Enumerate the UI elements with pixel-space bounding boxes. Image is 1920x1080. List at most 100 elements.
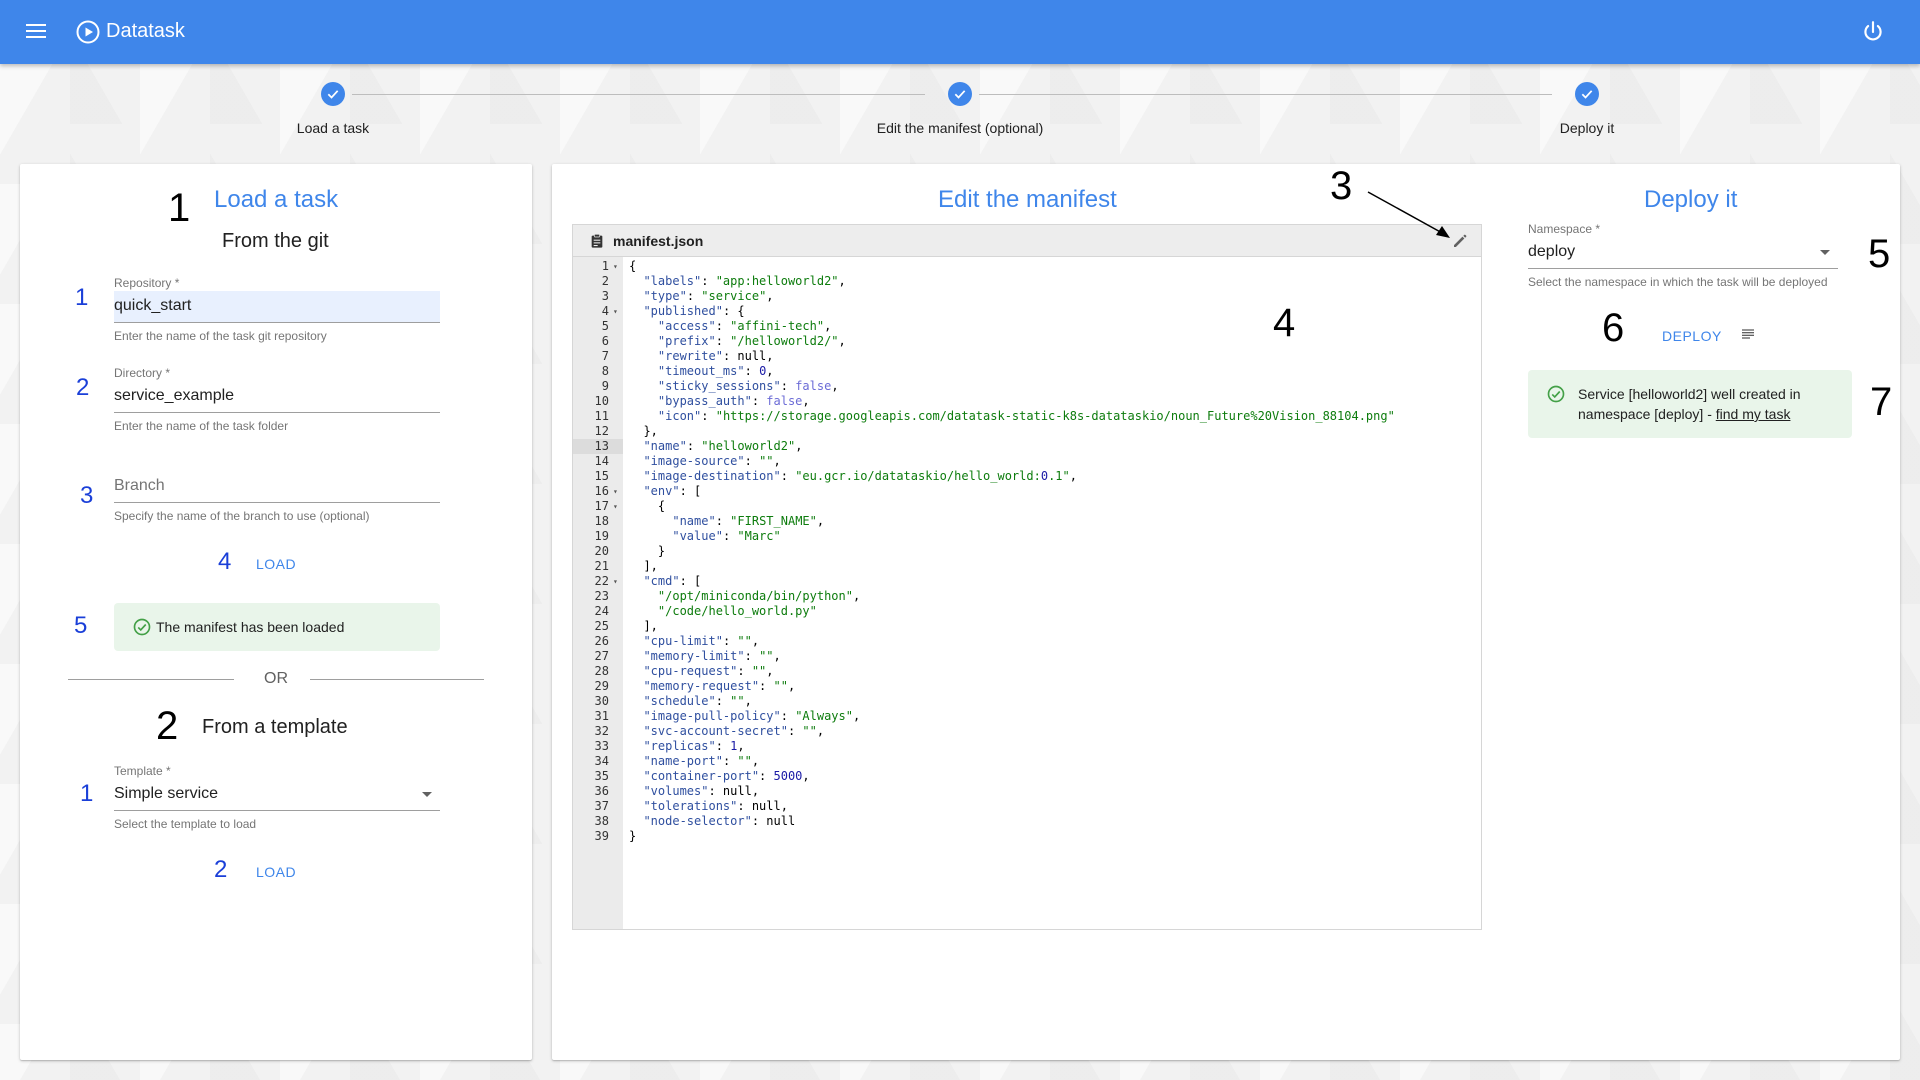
fold-arrow-icon[interactable]: ▾ [613,484,618,499]
code-text: "published": { [643,304,745,318]
namespace-select[interactable]: deploy [1528,237,1838,269]
repository-input[interactable]: quick_start [114,291,440,323]
code-line[interactable]: 22 ▾ "cmd": [ [573,574,1481,589]
code-line[interactable]: 1 ▾{ [573,259,1481,274]
code-line[interactable]: 19 "value": "Marc" [573,529,1481,544]
code-line[interactable]: 4 ▾ "published": { [573,304,1481,319]
menu-icon[interactable] [22,20,50,44]
line-number: 29 [594,679,609,693]
code-text: "image-destination": "eu.gcr.io/datatask… [643,469,1077,483]
fold-arrow-icon[interactable]: ▾ [613,259,618,274]
code-line[interactable]: 23 "/opt/miniconda/bin/python", [573,589,1481,604]
repository-hint: Enter the name of the task git repositor… [114,329,327,343]
line-number: 11 [594,409,609,423]
code-line[interactable]: 17 ▾ { [573,499,1481,514]
line-number: 19 [594,529,609,543]
code-area[interactable]: 1 ▾{2 "labels": "app:helloworld2", 3 "type… [573,259,1481,844]
directory-label: Directory * [114,366,171,380]
section-number-git: 1 [168,186,191,230]
directory-input[interactable]: service_example [114,381,440,413]
code-text: ], [629,619,658,633]
line-number: 24 [594,604,609,618]
code-line[interactable]: 27 "memory-limit": "", [573,649,1481,664]
code-line[interactable]: 10 "bypass_auth": false, [573,394,1481,409]
code-text: "labels": "app:helloworld2", [643,274,846,288]
namespace-field: Namespace * deploy Select the namespace … [1528,222,1838,289]
fold-arrow-icon[interactable]: ▾ [613,499,618,514]
manifest-loaded-text: The manifest has been loaded [156,619,345,635]
line-number: 39 [594,829,609,843]
code-text: { [629,259,637,273]
line-number: 25 [594,619,609,633]
code-line[interactable]: 38 "node-selector": null [573,814,1481,829]
play-logo-icon [76,20,100,44]
code-line[interactable]: 15 "image-destination": "eu.gcr.io/datat… [573,469,1481,484]
deploy-button[interactable]: DEPLOY [1654,322,1730,350]
code-line[interactable]: 30 "schedule": "", [573,694,1481,709]
step-load-task[interactable]: Load a task [203,82,463,136]
logs-icon[interactable] [1740,326,1756,342]
line-number: 20 [594,544,609,558]
code-line[interactable]: 39} [573,829,1481,844]
code-line[interactable]: 2 "labels": "app:helloworld2", [573,274,1481,289]
code-line[interactable]: 29 "memory-request": "", [573,679,1481,694]
code-line[interactable]: 26 "cpu-limit": "", [573,634,1481,649]
pencil-icon[interactable] [1451,232,1469,250]
line-number: 36 [594,784,609,798]
code-line[interactable]: 8 "timeout_ms": 0, [573,364,1481,379]
code-line[interactable]: 18 "name": "FIRST_NAME", [573,514,1481,529]
fold-arrow-icon[interactable]: ▾ [613,574,618,589]
dropdown-arrow-icon [422,792,432,797]
check-circle-icon [1547,385,1565,403]
load-git-marker: 4 [218,548,232,575]
code-line[interactable]: 16 ▾ "env": [ [573,484,1481,499]
code-text: "timeout_ms": 0, [657,364,774,378]
code-line[interactable]: 6 "prefix": "/helloworld2/", [573,334,1481,349]
code-line[interactable]: 34 "name-port": "", [573,754,1481,769]
template-select[interactable]: Simple service [114,779,440,811]
power-icon[interactable] [1860,19,1886,45]
template-field: Template * Simple service Select the tem… [114,764,440,831]
code-line[interactable]: 33 "replicas": 1, [573,739,1481,754]
line-number: 12 [594,424,609,438]
code-line[interactable]: 32 "svc-account-secret": "", [573,724,1481,739]
directory-hint: Enter the name of the task folder [114,419,289,433]
result-marker: 7 [1870,380,1893,424]
edit-marker: 3 [1330,164,1353,208]
code-line[interactable]: 24 "/code/hello_world.py" [573,604,1481,619]
code-line[interactable]: 3 "type": "service", [573,289,1481,304]
step-edit-manifest[interactable]: Edit the manifest (optional) [830,82,1090,136]
code-line[interactable]: 36 "volumes": null, [573,784,1481,799]
code-line[interactable]: 31 "image-pull-policy": "Always", [573,709,1481,724]
code-line[interactable]: 9 "sticky_sessions": false, [573,379,1481,394]
code-line[interactable]: 7 "rewrite": null, [573,349,1481,364]
deploy-title: Deploy it [1644,186,1738,213]
code-line[interactable]: 14 "image-source": "", [573,454,1481,469]
branch-hint: Specify the name of the branch to use (o… [114,509,370,523]
code-line[interactable]: 12 }, [573,424,1481,439]
code-text: "access": "affini-tech", [657,319,832,333]
code-text: "name": "helloworld2", [643,439,803,453]
directory-marker: 2 [76,374,90,401]
code-line[interactable]: 35 "container-port": 5000, [573,769,1481,784]
step-deploy[interactable]: Deploy it [1457,82,1717,136]
code-line[interactable]: 5 "access": "affini-tech", [573,319,1481,334]
code-text: "env": [ [643,484,702,498]
branch-input[interactable]: Branch [114,471,440,503]
edit-manifest-title: Edit the manifest [938,186,1117,213]
code-line[interactable]: 13 "name": "helloworld2", [573,439,1481,454]
code-line[interactable]: 37 "tolerations": null, [573,799,1481,814]
code-line[interactable]: 28 "cpu-request": "", [573,664,1481,679]
code-text: "value": "Marc" [672,529,781,543]
code-line[interactable]: 20 } [573,544,1481,559]
manifest-editor[interactable]: manifest.json 1 ▾{2 "labels": "app:hellow… [572,224,1482,930]
fold-arrow-icon[interactable]: ▾ [613,304,618,319]
find-my-task-link[interactable]: find my task [1716,406,1791,422]
load-git-button[interactable]: LOAD [248,550,304,578]
code-line[interactable]: 21 ], [573,559,1481,574]
code-line[interactable]: 25 ], [573,619,1481,634]
load-template-button[interactable]: LOAD [248,858,304,886]
code-text: "prefix": "/helloworld2/", [657,334,846,348]
code-line[interactable]: 11 "icon": "https://storage.googleapis.c… [573,409,1481,424]
line-number: 37 [594,799,609,813]
